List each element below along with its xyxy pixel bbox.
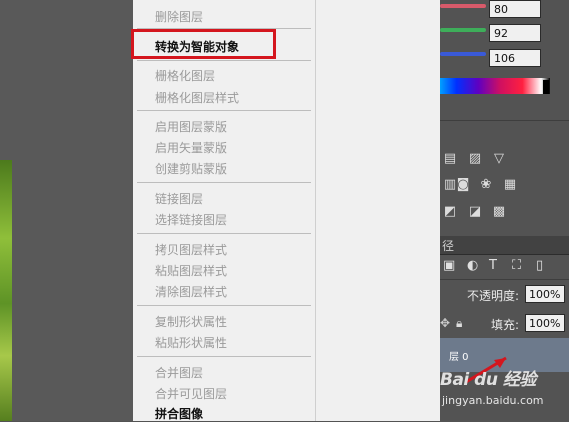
menu-shadow-area bbox=[316, 0, 440, 421]
posterize-icon[interactable]: ◩ bbox=[442, 205, 458, 219]
tab-paths-label: 径 bbox=[442, 239, 455, 253]
menu-item-rasterize-layer-style[interactable]: 栅格化图层样式 bbox=[155, 89, 239, 106]
channel-mixer-icon[interactable]: ❀ bbox=[478, 178, 494, 192]
color-spectrum[interactable] bbox=[440, 78, 550, 94]
menu-item-rasterize-layer[interactable]: 栅格化图层 bbox=[155, 67, 215, 84]
tab-paths[interactable]: 径 bbox=[440, 236, 569, 255]
menu-separator bbox=[137, 182, 311, 183]
opacity-input[interactable]: 100% bbox=[525, 285, 565, 303]
levels-icon[interactable]: ▤ bbox=[442, 152, 458, 166]
image-filter-icon[interactable]: ▣ bbox=[443, 258, 455, 273]
shape-filter-icon[interactable]: ⛶ bbox=[512, 258, 521, 273]
smart-object-filter-icon[interactable]: ▯ bbox=[536, 258, 543, 273]
highlight-box bbox=[131, 29, 276, 59]
threshold-icon[interactable]: ◪ bbox=[467, 205, 483, 219]
black-swatch[interactable] bbox=[543, 80, 549, 94]
color-lookup-icon[interactable]: ▦ bbox=[502, 178, 518, 192]
menu-item-merge-layers[interactable]: 合并图层 bbox=[155, 364, 203, 381]
context-menu: 删除图层 转换为智能对象 栅格化图层 栅格化图层样式 启用图层蒙版 启用矢量蒙版… bbox=[133, 0, 316, 421]
gradient-map-icon[interactable]: ▽ bbox=[491, 152, 507, 166]
fill-control: ✥ 🔒︎ 填充: 100% bbox=[440, 312, 569, 334]
menu-item-flatten-image[interactable]: 拼合图像 bbox=[155, 405, 203, 422]
menu-item-delete-layer[interactable]: 删除图层 bbox=[155, 8, 203, 25]
menu-item-paste-layer-style[interactable]: 粘贴图层样式 bbox=[155, 262, 227, 279]
adjustments-panel: ▤ ▨ ▽ ▥ ◙ ❀ ▦ ◩ ◪ ▩ bbox=[440, 150, 520, 222]
blue-slider[interactable] bbox=[440, 52, 486, 56]
lock-all-icon[interactable]: 🔒︎ bbox=[456, 316, 462, 331]
menu-item-merge-visible[interactable]: 合并可见图层 bbox=[155, 385, 227, 402]
selective-color-icon[interactable]: ▩ bbox=[491, 205, 507, 219]
menu-item-link-layers[interactable]: 链接图层 bbox=[155, 190, 203, 207]
fill-input[interactable]: 100% bbox=[525, 314, 565, 332]
opacity-label: 不透明度: bbox=[467, 289, 520, 303]
baidu-url: jingyan.baidu.com bbox=[442, 394, 544, 407]
fill-label: 填充: bbox=[491, 318, 520, 332]
menu-separator bbox=[137, 305, 311, 306]
red-value-input[interactable]: 80 bbox=[489, 0, 541, 18]
panel-divider bbox=[440, 279, 569, 280]
opacity-control: 不透明度: 100% bbox=[440, 283, 569, 305]
canvas-image bbox=[0, 160, 12, 421]
lock-position-icon[interactable]: ✥ bbox=[440, 316, 450, 330]
menu-item-clear-layer-style[interactable]: 清除图层样式 bbox=[155, 283, 227, 300]
menu-separator bbox=[137, 233, 311, 234]
menu-item-copy-shape-attributes[interactable]: 复制形状属性 bbox=[155, 313, 227, 330]
adjustment-filter-icon[interactable]: ◐ bbox=[467, 258, 478, 273]
menu-item-create-clipping-mask[interactable]: 创建剪贴蒙版 bbox=[155, 160, 227, 177]
document-canvas[interactable] bbox=[0, 0, 133, 421]
menu-item-enable-layer-mask[interactable]: 启用图层蒙版 bbox=[155, 118, 227, 135]
menu-item-copy-layer-style[interactable]: 拷贝图层样式 bbox=[155, 241, 227, 258]
photo-filter-icon[interactable]: ◙ bbox=[455, 178, 471, 192]
text-filter-icon[interactable]: T bbox=[489, 258, 497, 273]
menu-separator bbox=[137, 110, 311, 111]
menu-item-select-linked-layers[interactable]: 选择链接图层 bbox=[155, 211, 227, 228]
panel-divider bbox=[440, 120, 569, 121]
blue-value-input[interactable]: 106 bbox=[489, 49, 541, 67]
green-slider[interactable] bbox=[440, 28, 486, 32]
baidu-logo-text: Bai du 经验 bbox=[440, 370, 536, 390]
baidu-watermark: Bai du 经验 jingyan.baidu.com bbox=[436, 356, 569, 421]
red-slider[interactable] bbox=[440, 4, 486, 8]
menu-item-enable-vector-mask[interactable]: 启用矢量蒙版 bbox=[155, 139, 227, 156]
curves-icon[interactable]: ▨ bbox=[467, 152, 483, 166]
layer-filter-bar: ▣ ◐ T ⛶ ▯ bbox=[440, 255, 569, 277]
menu-separator bbox=[137, 60, 311, 61]
green-value-input[interactable]: 92 bbox=[489, 24, 541, 42]
menu-item-paste-shape-attributes[interactable]: 粘贴形状属性 bbox=[155, 334, 227, 351]
menu-separator bbox=[137, 356, 311, 357]
